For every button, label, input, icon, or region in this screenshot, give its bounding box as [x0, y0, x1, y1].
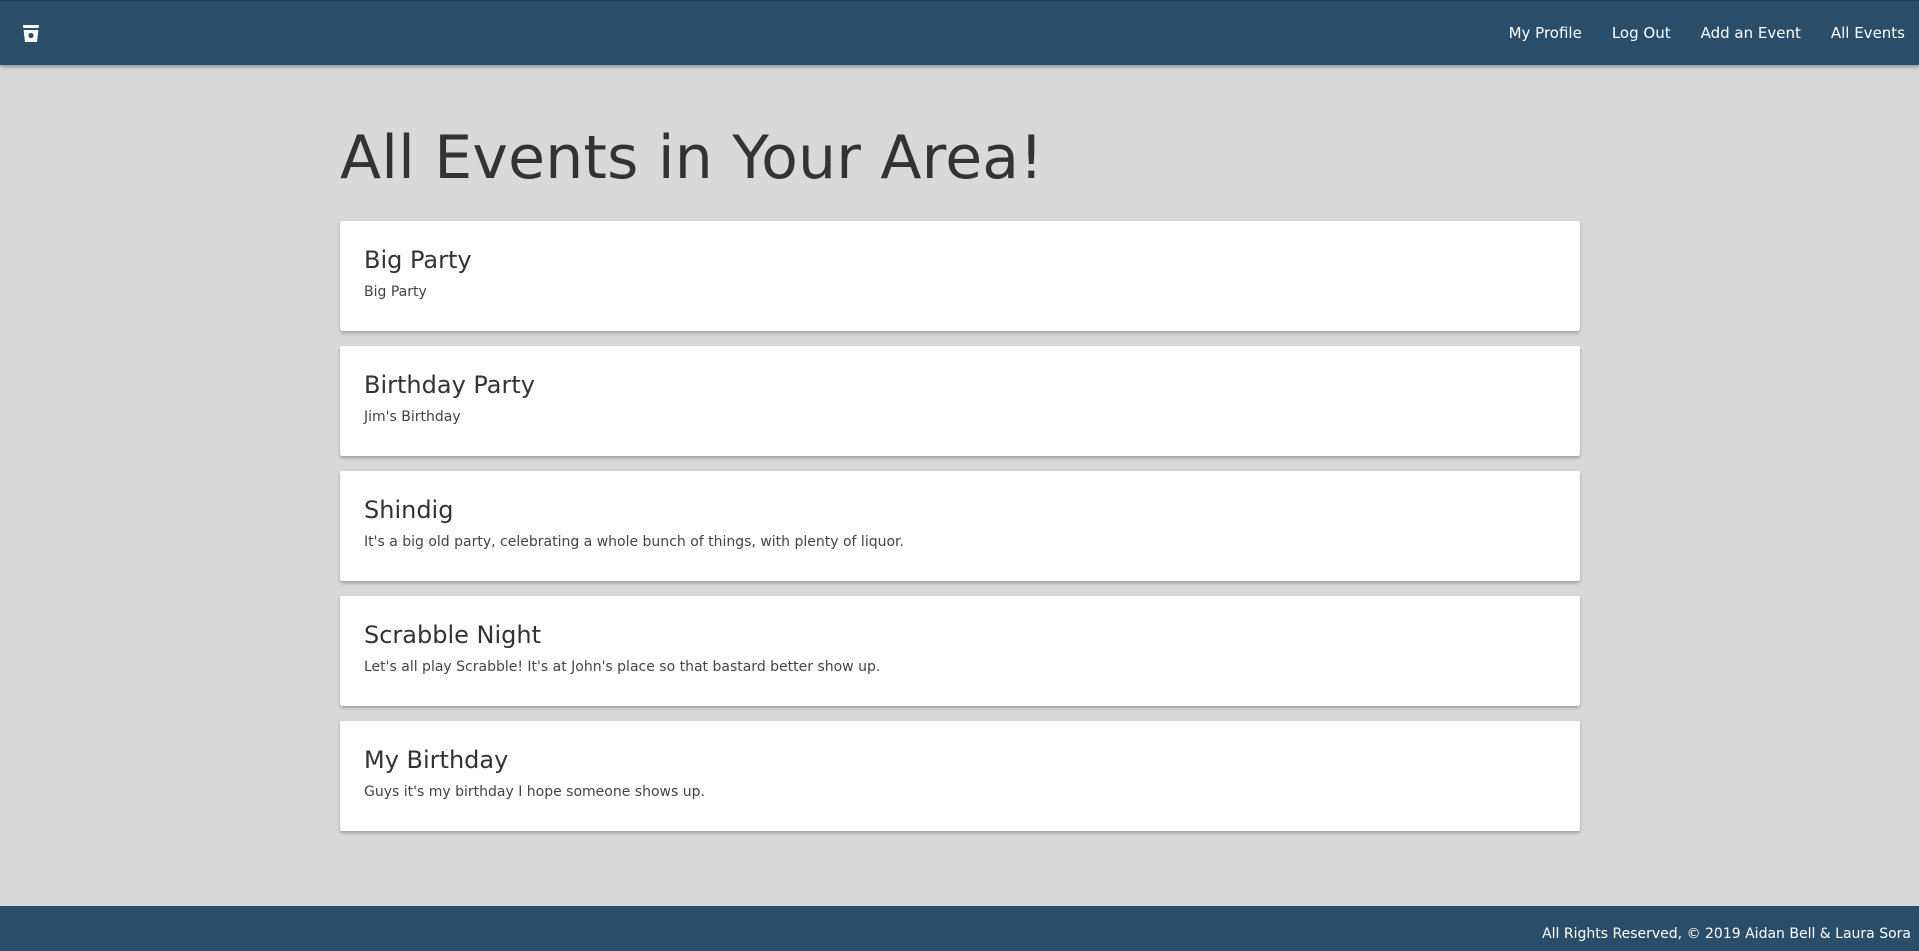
event-description: It's a big old party, celebrating a whol… [364, 534, 904, 550]
event-title: My Birthday [364, 746, 509, 774]
event-title: Birthday Party [364, 371, 535, 399]
event-title: Scrabble Night [364, 621, 542, 649]
top-navbar: My Profile Log Out Add an Event All Even… [0, 0, 1919, 65]
nav-link-all-events[interactable]: All Events [1831, 24, 1905, 42]
event-description: Let's all play Scrabble! It's at John's … [364, 659, 881, 675]
nav-link-add-event[interactable]: Add an Event [1701, 24, 1801, 42]
event-card[interactable]: Big Party Big Party [340, 221, 1580, 331]
event-list: Big Party Big Party Birthday Party Jim's… [340, 221, 1580, 846]
nav-links: My Profile Log Out Add an Event All Even… [1479, 1, 1905, 65]
event-description: Big Party [364, 284, 427, 300]
event-card[interactable]: Scrabble Night Let's all play Scrabble! … [340, 596, 1580, 706]
event-card[interactable]: My Birthday Guys it's my birthday I hope… [340, 721, 1580, 831]
event-description: Jim's Birthday [364, 409, 461, 425]
event-card[interactable]: Shindig It's a big old party, celebratin… [340, 471, 1580, 581]
event-description: Guys it's my birthday I hope someone sho… [364, 784, 705, 800]
page-title: All Events in Your Area! [340, 123, 1044, 193]
event-card[interactable]: Birthday Party Jim's Birthday [340, 346, 1580, 456]
nav-link-log-out[interactable]: Log Out [1612, 24, 1671, 42]
footer-copyright: All Rights Reserved, © 2019 Aidan Bell &… [1542, 926, 1911, 942]
event-title: Shindig [364, 496, 454, 524]
brand-logo-link[interactable] [20, 22, 42, 44]
nav-link-my-profile[interactable]: My Profile [1509, 24, 1582, 42]
cup-icon [23, 25, 39, 42]
page-footer: All Rights Reserved, © 2019 Aidan Bell &… [0, 906, 1919, 951]
event-title: Big Party [364, 246, 472, 274]
